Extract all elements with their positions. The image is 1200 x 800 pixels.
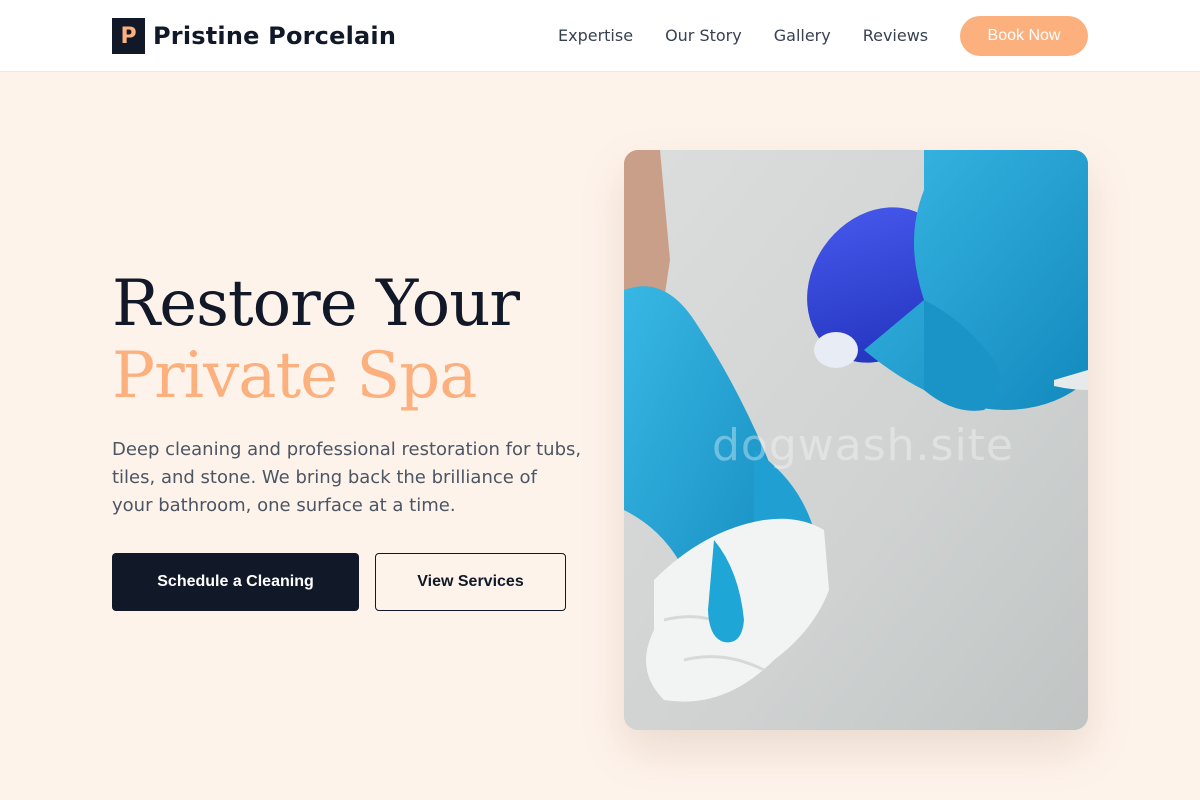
nav-link-our-story[interactable]: Our Story	[665, 26, 742, 45]
brand-name: Pristine Porcelain	[153, 22, 397, 50]
brand[interactable]: P Pristine Porcelain	[112, 18, 396, 54]
nav-links: Expertise Our Story Gallery Reviews	[558, 24, 928, 46]
nav-link-gallery[interactable]: Gallery	[774, 26, 831, 45]
hero-image	[624, 150, 1088, 730]
book-now-button[interactable]: Book Now	[960, 16, 1088, 56]
cleaning-gloves-illustration	[624, 150, 1088, 730]
schedule-cleaning-button[interactable]: Schedule a Cleaning	[112, 553, 359, 611]
hero-description: Deep cleaning and professional restorati…	[112, 439, 582, 516]
hero-title-line1: Restore Your	[112, 267, 520, 341]
nav-link-reviews[interactable]: Reviews	[863, 26, 928, 45]
top-navbar: P Pristine Porcelain Expertise Our Story…	[0, 0, 1200, 72]
nav-link-expertise[interactable]: Expertise	[558, 26, 633, 45]
hero-title-line2: Private Spa	[112, 339, 477, 413]
hero-title: Restore Your Private Spa	[112, 267, 520, 413]
brand-logo-icon: P	[112, 18, 145, 54]
view-services-button[interactable]: View Services	[375, 553, 566, 611]
